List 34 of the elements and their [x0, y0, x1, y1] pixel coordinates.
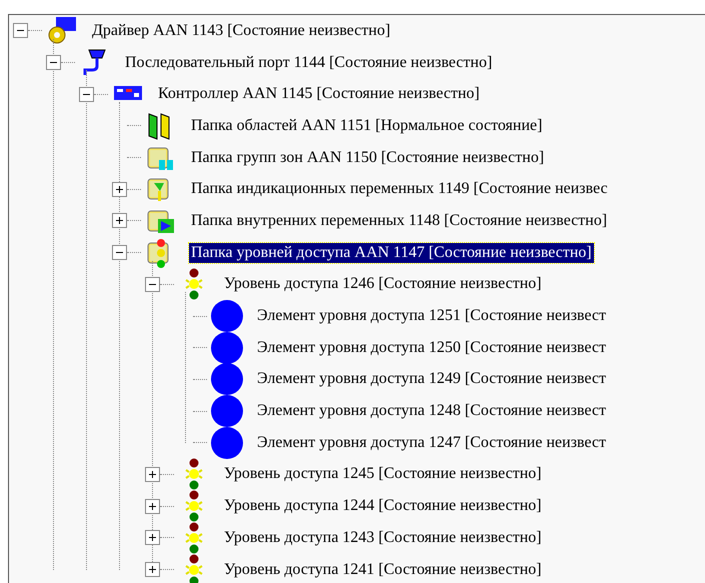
expand-button[interactable]	[145, 530, 160, 546]
tree-item[interactable]: Элемент уровня доступа 1249 [Состояние неизвест	[255, 369, 608, 390]
tree-item[interactable]: Уровень доступа 1246 [Состояние неизвестно]	[222, 274, 544, 294]
circle-icon	[211, 426, 243, 459]
tree-item[interactable]: Драйвер AAN 1143 [Состояние неизвестно]	[90, 20, 392, 41]
expand-button[interactable]	[145, 562, 160, 578]
collapse-button[interactable]	[46, 55, 61, 70]
tree-item[interactable]: Папка областей AAN 1151 [Нормальное состояние]	[189, 116, 544, 136]
collapse-button[interactable]	[13, 23, 28, 38]
collapse-button[interactable]	[112, 245, 127, 260]
collapse-button[interactable]	[79, 86, 94, 102]
expand-button[interactable]	[112, 182, 127, 197]
expand-button[interactable]	[112, 213, 127, 228]
collapse-button[interactable]	[145, 276, 160, 292]
tree-item[interactable]: Элемент уровня доступа 1251 [Состояние неизвест	[255, 306, 608, 326]
expand-button[interactable]	[145, 466, 160, 482]
tree-item[interactable]: Уровень доступа 1243 [Состояние неизвестно]	[222, 528, 544, 548]
tree-item[interactable]: Элемент уровня доступа 1247 [Состояние неизвест	[255, 432, 608, 453]
tree-item[interactable]: Папка внутренних переменных 1148 [Состояние неизвестно]	[189, 210, 610, 231]
tree-item[interactable]: Уровень доступа 1245 [Состояние неизвестно]	[222, 464, 544, 484]
circle-icon	[211, 363, 243, 396]
expand-button[interactable]	[145, 498, 160, 514]
tree-item[interactable]: Папка уровней доступа AAN 1147 [Состояние неизвестно]	[189, 242, 594, 263]
tree-item[interactable]: Элемент уровня доступа 1248 [Состояние неизвест	[255, 401, 608, 422]
tree-item[interactable]: Контроллер AAN 1145 [Состояние неизвестно]	[156, 84, 482, 104]
circle-icon	[211, 332, 243, 364]
tree-item[interactable]: Папка индикационных переменных 1149 [Состояние неизвес	[189, 179, 610, 200]
tree-item[interactable]: Уровень доступа 1241 [Состояние неизвестно]	[222, 560, 544, 580]
circle-icon	[211, 395, 243, 428]
tree-item[interactable]: Уровень доступа 1244 [Состояние неизвестно]	[222, 496, 544, 516]
tree-item[interactable]: Папка групп зон AAN 1150 [Состояние неизвестно]	[189, 148, 546, 168]
circle-icon	[211, 300, 243, 332]
tree-item[interactable]: Последовательный порт 1144 [Состояние неизвестно]	[123, 52, 494, 73]
tree-item[interactable]: Элемент уровня доступа 1250 [Состояние неизвест	[255, 338, 608, 358]
